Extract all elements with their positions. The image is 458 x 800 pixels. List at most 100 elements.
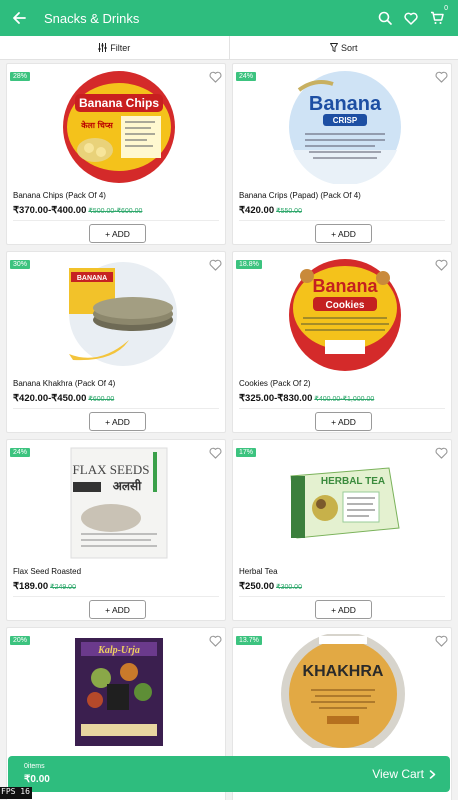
original-price: ₹300.00 — [276, 584, 302, 591]
original-price: ₹550.00 — [276, 208, 302, 215]
filter-label: Filter — [110, 42, 131, 53]
product-image[interactable]: Banana CRISP — [285, 70, 405, 184]
sale-price: ₹250.00 — [239, 581, 275, 592]
discount-badge: 24% — [10, 448, 31, 457]
original-price: ₹500.00-₹600.00 — [88, 208, 143, 215]
banana-crisp-packet-image: Banana CRISP — [289, 71, 401, 184]
product-image[interactable]: FLAX SEEDS अलसी — [59, 446, 179, 560]
product-image[interactable]: Banana Chips केला चिप्स — [59, 70, 179, 184]
product-image[interactable]: Kalp-Urja — [59, 634, 179, 748]
sort-button[interactable]: Sort — [228, 36, 458, 59]
product-name[interactable]: Cookies (Pack Of 2) — [239, 379, 311, 388]
filter-sliders-icon — [98, 43, 107, 52]
product-card[interactable]: 24% Banana CRISP Banana Crips (Papad) (P… — [232, 63, 452, 245]
divider — [13, 408, 219, 409]
back-arrow-icon — [13, 12, 26, 24]
product-price: ₹420.00 ₹550.00 — [239, 205, 302, 216]
wishlist-heart-icon[interactable] — [435, 447, 448, 459]
wishlist-button[interactable] — [398, 0, 424, 36]
cart-button[interactable]: 0 — [424, 0, 450, 36]
product-name[interactable]: Banana Chips (Pack Of 4) — [13, 191, 106, 200]
sale-price: ₹325.00-₹830.00 — [239, 393, 313, 404]
image-brand-text: Banana — [312, 276, 378, 296]
product-price: ₹370.00-₹400.00 ₹500.00-₹600.00 — [13, 205, 142, 216]
banana-cookies-packet-image: Banana Cookies — [289, 259, 401, 371]
discount-badge: 20% — [10, 636, 31, 645]
product-name[interactable]: Flax Seed Roasted — [13, 567, 81, 576]
add-to-cart-button[interactable]: + ADD — [89, 412, 146, 431]
fps-counter: FPS 16 — [0, 787, 32, 799]
search-icon — [378, 11, 392, 25]
product-card[interactable]: 17% HERBAL TEA Herbal Tea ₹250.00 ₹300.00… — [232, 439, 452, 621]
product-price: ₹250.00 ₹300.00 — [239, 581, 302, 592]
image-hindi-text: अलसी — [113, 479, 142, 493]
image-sub-text: CRISP — [333, 116, 358, 125]
add-to-cart-button[interactable]: + ADD — [315, 412, 372, 431]
product-name[interactable]: Banana Khakhra (Pack Of 4) — [13, 379, 115, 388]
discount-badge: 18.8% — [236, 260, 262, 269]
view-cart-bar[interactable]: 0items ₹0.00 View Cart — [8, 756, 450, 792]
kalp-urja-pack-image: Kalp-Urja — [75, 638, 163, 746]
product-image[interactable]: HERBAL TEA — [285, 446, 405, 560]
image-brand-text: FLAX SEEDS — [73, 462, 150, 477]
divider — [239, 596, 445, 597]
product-price: ₹189.00 ₹249.00 — [13, 581, 76, 592]
wishlist-heart-icon[interactable] — [209, 635, 222, 647]
sale-price: ₹420.00 — [239, 205, 275, 216]
search-button[interactable] — [372, 0, 398, 36]
product-image[interactable]: KHAKHRA — [263, 634, 423, 748]
wishlist-heart-icon[interactable] — [435, 635, 448, 647]
view-cart-label: View Cart — [372, 767, 424, 781]
cart-count-badge: 0 — [444, 5, 448, 12]
add-to-cart-button[interactable]: + ADD — [89, 600, 146, 619]
product-name[interactable]: Banana Crips (Papad) (Pack Of 4) — [239, 191, 361, 200]
image-brand-text: BANANA — [77, 275, 107, 282]
divider — [239, 408, 445, 409]
wishlist-heart-icon[interactable] — [209, 259, 222, 271]
banana-khakhra-image: BANANA — [69, 262, 177, 366]
image-sub-text: Cookies — [326, 300, 365, 311]
product-name[interactable]: Herbal Tea — [239, 567, 278, 576]
product-card[interactable]: 30% BANANA Banana Khakhra (Pack Of 4) ₹4… — [6, 251, 226, 433]
sale-price: ₹420.00-₹450.00 — [13, 393, 87, 404]
product-image[interactable]: Banana Cookies — [285, 258, 405, 372]
wishlist-heart-icon[interactable] — [435, 71, 448, 83]
heart-icon — [404, 12, 418, 25]
add-to-cart-button[interactable]: + ADD — [315, 224, 372, 243]
product-price: ₹420.00-₹450.00 ₹600.00 — [13, 393, 114, 404]
wishlist-heart-icon[interactable] — [435, 259, 448, 271]
image-brand-text: Banana Chips — [79, 96, 159, 110]
image-brand-text: KHAKHRA — [303, 663, 384, 680]
discount-badge: 17% — [236, 448, 257, 457]
view-cart-button[interactable]: View Cart — [372, 767, 436, 781]
back-button[interactable] — [4, 0, 34, 36]
product-card[interactable]: 18.8% Banana Cookies Cookies (Pack Of 2)… — [232, 251, 452, 433]
wishlist-heart-icon[interactable] — [209, 71, 222, 83]
add-to-cart-button[interactable]: + ADD — [315, 600, 372, 619]
divider — [13, 596, 219, 597]
cart-icon — [431, 11, 444, 24]
original-price: ₹600.00 — [88, 396, 115, 403]
image-brand-text: HERBAL TEA — [321, 476, 385, 487]
product-card[interactable]: 24% FLAX SEEDS अलसी Flax Seed Roasted ₹1… — [6, 439, 226, 621]
sale-price: ₹370.00-₹400.00 — [13, 205, 87, 216]
product-image[interactable]: BANANA — [59, 258, 179, 372]
wishlist-heart-icon[interactable] — [209, 447, 222, 459]
chevron-right-icon — [429, 769, 436, 779]
funnel-icon — [330, 43, 338, 52]
cart-items-count: 0items — [24, 763, 45, 770]
discount-badge: 28% — [10, 72, 31, 81]
filter-button[interactable]: Filter — [0, 36, 229, 59]
flax-seeds-pouch-image: FLAX SEEDS अलसी — [70, 447, 168, 559]
filter-sort-bar: Filter Sort — [0, 36, 458, 60]
banana-chips-packet-image: Banana Chips केला चिप्स — [63, 71, 175, 183]
original-price: ₹249.00 — [50, 584, 76, 591]
image-brand-text: Banana — [309, 93, 382, 115]
sale-price: ₹189.00 — [13, 581, 49, 592]
add-to-cart-button[interactable]: + ADD — [89, 224, 146, 243]
divider — [13, 220, 219, 221]
cart-total: ₹0.00 — [24, 774, 50, 785]
khakhra-tin-image: KHAKHRA — [281, 634, 405, 748]
discount-badge: 24% — [236, 72, 257, 81]
product-card[interactable]: 28% Banana Chips केला चिप्स Banana Chips… — [6, 63, 226, 245]
